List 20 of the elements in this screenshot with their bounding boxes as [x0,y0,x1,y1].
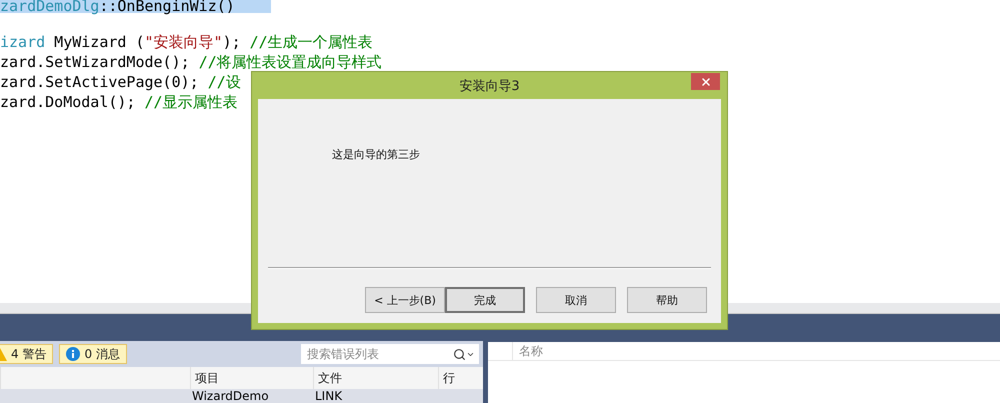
search-field[interactable]: 搜索错误列表 [301,344,479,364]
dialog-title: 安装向导3 [459,78,520,94]
table-cell-text: LINK [314,389,344,403]
code-line: zard.DoModal(); //显示属性表 [0,92,238,112]
filter-toggle[interactable]: 4 警告 [0,344,54,364]
table-cell-text: WizardDemo [191,389,270,403]
dialog-button[interactable]: < 上一步(B) [365,287,445,313]
code-line: zard.SetWizardMode(); //将属性表设置成向导样式 [0,52,382,72]
dialog-button[interactable]: 取消 [536,287,616,313]
step-message: 这是向导的第三步 [332,147,420,162]
info-icon [66,347,80,361]
close-icon [700,76,712,88]
close-button[interactable] [691,73,720,90]
search-icon [453,348,466,360]
column-header[interactable]: 名称 [512,342,543,360]
code-line: izard MyWizard ("安装向导"); //生成一个属性表 [0,32,373,52]
code-line: zard.SetActivePage(0); //设 [0,72,241,92]
filter-toggle[interactable]: 0 消息 [59,344,127,364]
dialog-button[interactable]: 完成 [445,287,525,313]
dialog-button[interactable]: 帮助 [627,287,707,313]
